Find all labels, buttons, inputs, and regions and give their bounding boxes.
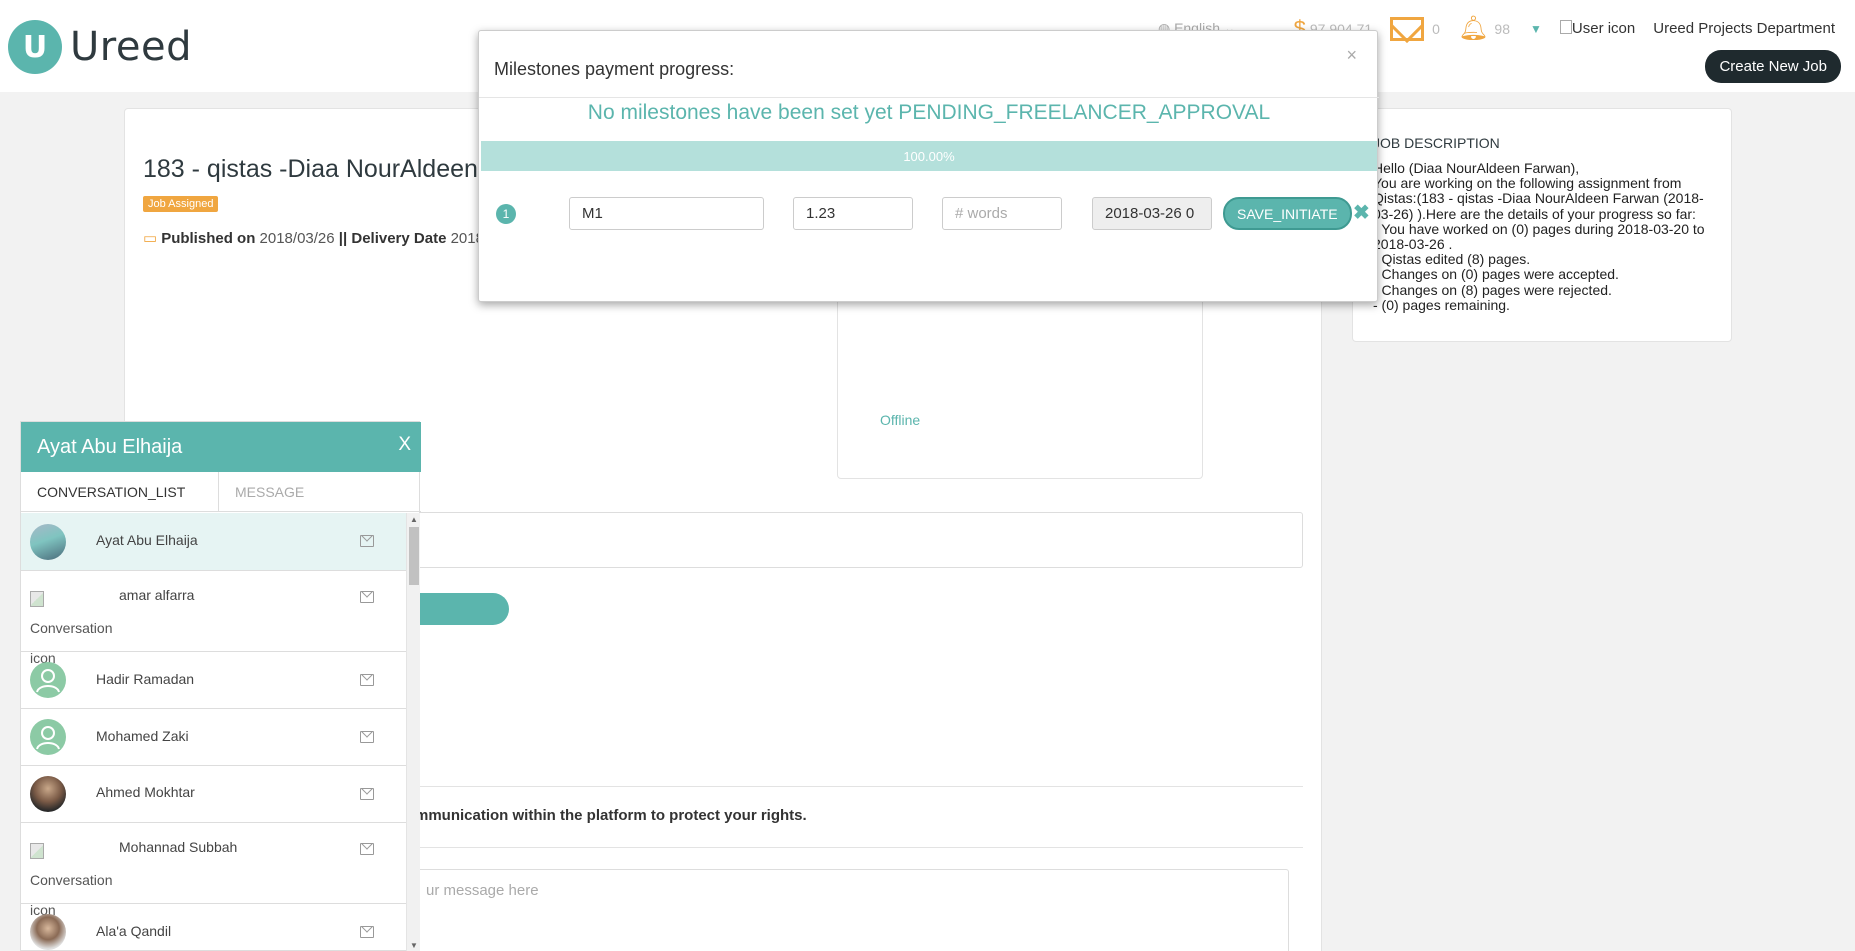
job-description-card: JOB DESCRIPTION Hello (Diaa NourAldeen F… — [1352, 108, 1732, 342]
delivery-label: Delivery Date — [351, 230, 447, 247]
department-name[interactable]: Ureed Projects Department — [1653, 20, 1835, 37]
milestones-modal: Milestones payment progress: × No milest… — [478, 30, 1379, 302]
description-line: - You have worked on (0) pages during 20… — [1373, 220, 1705, 253]
save-initiate-button[interactable]: SAVE_INITIATE — [1223, 197, 1352, 230]
divider — [365, 847, 1303, 848]
scroll-down-icon[interactable]: ▼ — [410, 941, 418, 950]
milestone-status: No milestones have been set yet PENDING_… — [587, 101, 1271, 124]
delete-icon[interactable]: ✖ — [1353, 200, 1370, 225]
communication-warning: mmunication within the platform to prote… — [415, 807, 807, 824]
description-line: - Qistas edited (8) pages. — [1373, 251, 1531, 268]
conversation-list: Ayat Abu Elhaija Conversation icon amar … — [21, 513, 406, 951]
milestone-row: 1 M1 1.23 # words 2018-03-26 0 SAVE_INIT… — [479, 196, 1379, 232]
chat-panel: Ayat Abu Elhaija X CONVERSATION_LIST MES… — [20, 421, 421, 951]
conversation-name: Ahmed Mokhtar — [96, 784, 195, 800]
user-icon-alt: User icon — [1571, 20, 1636, 37]
message-input[interactable]: ur message here — [365, 869, 1289, 951]
description-line: - (0) pages remaining. — [1373, 296, 1510, 313]
job-title: 183 - qistas -Diaa NourAldeen — [143, 155, 478, 183]
avatar — [30, 914, 66, 950]
published-date: 2018/03/26 — [259, 230, 335, 247]
progress-fill: 100.00% — [481, 141, 1377, 171]
description-line: You are working on the following assignm… — [1373, 175, 1704, 222]
online-status: Offline — [880, 412, 921, 428]
envelope-icon — [360, 843, 374, 855]
status-badge: Job Assigned — [143, 196, 219, 212]
close-chat-button[interactable]: X — [398, 434, 411, 456]
progress-bar: 100.00% — [481, 141, 1377, 171]
description-line: - Changes on (0) pages were accepted. — [1373, 266, 1619, 283]
calendar-icon: ▭ — [143, 230, 158, 247]
notes-textarea[interactable] — [365, 512, 1303, 568]
logo-text: Ureed — [70, 24, 192, 70]
milestone-amount-input[interactable]: 1.23 — [793, 197, 913, 230]
bell-icon: 🔔︎ — [1457, 15, 1489, 42]
scrollbar[interactable]: ▲ ▼ — [406, 513, 420, 951]
brand-logo[interactable]: U Ureed — [8, 20, 192, 74]
scrollbar-thumb[interactable] — [409, 527, 419, 585]
date-separator: || — [338, 230, 348, 247]
envelope-icon — [360, 535, 374, 547]
conversation-name: Mohannad Subbah — [119, 839, 238, 855]
list-item[interactable]: Ayat Abu Elhaija — [21, 513, 406, 571]
envelope-icon — [1390, 16, 1425, 41]
logo-mark: U — [8, 20, 62, 74]
list-item[interactable]: Ala'a Qandil — [21, 904, 406, 951]
messages-count: 0 — [1432, 20, 1440, 37]
published-label: Published on — [161, 230, 256, 247]
caret-down-icon[interactable]: ▼ — [1530, 22, 1542, 36]
broken-image-icon — [30, 591, 44, 608]
description-line: Hello (Diaa NourAldeen Farwan), — [1373, 160, 1580, 176]
tab-message[interactable]: MESSAGE — [218, 472, 415, 512]
list-item[interactable]: Ahmed Mokhtar — [21, 766, 406, 823]
envelope-icon — [360, 674, 374, 686]
list-item[interactable]: Hadir Ramadan — [21, 652, 406, 709]
avatar — [30, 524, 66, 560]
list-item[interactable]: Conversation icon Mohannad Subbah — [21, 823, 406, 918]
message-placeholder: ur message here — [426, 882, 539, 899]
notifications-link[interactable]: 🔔︎ 98 — [1458, 14, 1510, 43]
envelope-icon — [360, 788, 374, 800]
freelancer-box: Offline — [837, 289, 1203, 479]
list-item[interactable]: Conversation icon amar alfarra — [21, 571, 406, 666]
description-line: - Changes on (8) pages were rejected. — [1373, 281, 1612, 298]
conversation-name: Hadir Ramadan — [96, 671, 195, 687]
conversation-name: Ayat Abu Elhaija — [96, 532, 198, 548]
list-item[interactable]: Mohamed Zaki — [21, 709, 406, 766]
divider — [365, 786, 1303, 787]
job-description-title: JOB DESCRIPTION — [1373, 135, 1500, 151]
modal-title: Milestones payment progress: — [494, 59, 735, 79]
envelope-icon — [360, 591, 374, 603]
job-description-body: Hello (Diaa NourAldeen Farwan), You are … — [1373, 160, 1713, 313]
create-new-job-button[interactable]: Create New Job — [1705, 50, 1841, 83]
broken-image-icon — [1559, 20, 1572, 34]
scroll-up-icon[interactable]: ▲ — [410, 515, 418, 524]
conversation-name: Mohamed Zaki — [96, 728, 189, 744]
milestone-words-input[interactable]: # words — [942, 197, 1062, 230]
job-dates: ▭ Published on 2018/03/26 || Delivery Dat… — [143, 229, 484, 247]
conversation-name: amar alfarra — [119, 587, 195, 603]
user-avatar[interactable]: User icon — [1559, 20, 1636, 37]
milestone-number: 1 — [496, 204, 516, 224]
user-icon — [30, 662, 66, 698]
user-icon — [30, 719, 66, 755]
envelope-icon — [360, 926, 374, 938]
chat-header: Ayat Abu Elhaija X — [21, 422, 421, 472]
avatar — [30, 776, 66, 812]
milestone-name-input[interactable]: M1 — [569, 197, 764, 230]
divider — [479, 97, 1379, 98]
milestone-date-input[interactable]: 2018-03-26 0 — [1092, 197, 1212, 230]
close-icon[interactable]: × — [1346, 45, 1357, 66]
messages-link[interactable]: 0 — [1390, 16, 1440, 41]
broken-image-icon — [30, 843, 44, 860]
envelope-icon — [360, 731, 374, 743]
conversation-name: Ala'a Qandil — [96, 923, 172, 939]
chat-title: Ayat Abu Elhaija — [37, 436, 183, 458]
tab-conversation-list[interactable]: CONVERSATION_LIST — [21, 472, 218, 512]
notifications-count: 98 — [1494, 20, 1510, 37]
chat-tabs: CONVERSATION_LIST MESSAGE — [21, 472, 421, 512]
